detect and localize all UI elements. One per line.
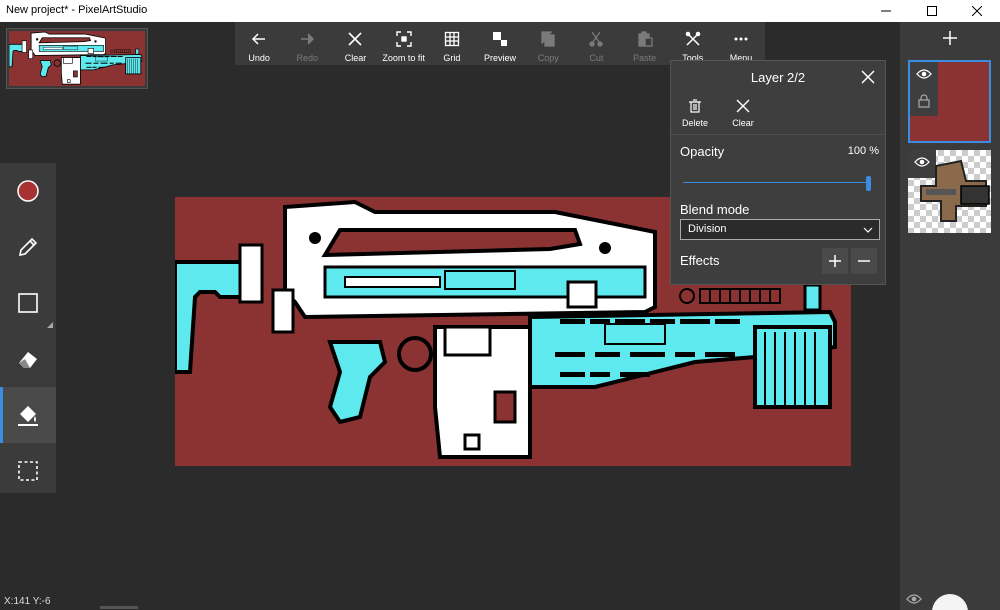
cursor-coordinates: X:141 Y:-6 bbox=[4, 596, 51, 607]
eye-icon[interactable] bbox=[916, 68, 932, 80]
trash-icon bbox=[689, 99, 701, 113]
eraser-icon bbox=[19, 352, 37, 368]
minimize-icon bbox=[881, 10, 891, 12]
arrow-right-icon bbox=[301, 33, 315, 45]
title-bar: New project* - PixelArtStudio bbox=[0, 0, 1000, 22]
opacity-slider[interactable] bbox=[683, 175, 875, 191]
arrow-left-icon bbox=[252, 33, 266, 45]
layer-properties-panel: Layer 2/2 Delete Clear Opacity 100 % Ble… bbox=[670, 60, 886, 285]
opacity-value: 100 % bbox=[847, 145, 879, 157]
slider-track bbox=[683, 182, 867, 183]
ellipsis-icon bbox=[734, 37, 748, 41]
paste-icon bbox=[637, 31, 653, 47]
fill-bucket-icon bbox=[18, 406, 38, 426]
clear-button[interactable]: Clear bbox=[331, 22, 379, 65]
preview-icon bbox=[493, 32, 508, 46]
layers-panel bbox=[900, 22, 1000, 610]
opacity-label: Opacity bbox=[680, 144, 725, 159]
layer-1-preview bbox=[920, 159, 990, 222]
zoom-fit-icon bbox=[395, 31, 412, 47]
color-circle-icon bbox=[17, 180, 39, 202]
status-divider bbox=[100, 606, 138, 609]
blend-mode-select[interactable]: Division bbox=[680, 219, 880, 240]
pencil-icon bbox=[18, 237, 38, 257]
close-icon bbox=[972, 6, 982, 16]
window-title: New project* - PixelArtStudio bbox=[6, 4, 148, 16]
effects-label: Effects bbox=[680, 253, 720, 268]
top-toolbar: Undo Redo Clear Zoom to fit Grid Preview… bbox=[235, 22, 765, 65]
maximize-button[interactable] bbox=[909, 0, 955, 22]
copy-icon bbox=[541, 31, 555, 47]
lock-icon[interactable] bbox=[918, 94, 930, 108]
layer-actions: Delete Clear bbox=[671, 93, 885, 135]
undo-button[interactable]: Undo bbox=[235, 22, 283, 65]
copy-button[interactable]: Copy bbox=[524, 22, 572, 65]
delete-layer-button[interactable]: Delete bbox=[671, 93, 719, 134]
zoom-to-fit-button[interactable]: Zoom to fit bbox=[380, 22, 428, 65]
preview-button[interactable]: Preview bbox=[476, 22, 524, 65]
tools-icon bbox=[685, 31, 701, 46]
eye-icon[interactable] bbox=[906, 593, 922, 605]
menu-button[interactable]: Menu bbox=[717, 22, 765, 65]
eraser-tool[interactable] bbox=[0, 331, 56, 387]
layer-2-thumbnail[interactable] bbox=[908, 60, 991, 143]
tools-button[interactable]: Tools bbox=[669, 22, 717, 65]
redo-button[interactable]: Redo bbox=[283, 22, 331, 65]
maximize-icon bbox=[927, 6, 937, 16]
add-layer-button[interactable] bbox=[900, 22, 1000, 54]
minimize-button[interactable] bbox=[863, 0, 909, 22]
grid-icon bbox=[444, 31, 459, 47]
blend-mode-label: Blend mode bbox=[680, 202, 750, 217]
plus-icon bbox=[943, 31, 957, 45]
x-icon bbox=[736, 99, 750, 113]
paste-button[interactable]: Paste bbox=[621, 22, 669, 65]
pencil-tool[interactable] bbox=[0, 219, 56, 275]
color-picker-tool[interactable] bbox=[0, 163, 56, 219]
rectangle-icon bbox=[18, 293, 38, 313]
close-icon[interactable] bbox=[861, 70, 875, 84]
selection-tool[interactable] bbox=[0, 443, 56, 499]
grid-button[interactable]: Grid bbox=[428, 22, 476, 65]
submenu-indicator bbox=[47, 322, 53, 328]
slider-thumb[interactable] bbox=[866, 176, 871, 191]
add-effect-button[interactable] bbox=[822, 248, 848, 274]
layer-panel-title: Layer 2/2 bbox=[750, 70, 806, 85]
canvas-preview-thumbnail[interactable] bbox=[6, 28, 148, 89]
close-window-button[interactable] bbox=[954, 0, 1000, 22]
layer-1-thumbnail[interactable] bbox=[908, 150, 991, 233]
blend-mode-value: Division bbox=[688, 223, 727, 235]
rectangle-tool[interactable] bbox=[0, 275, 56, 331]
plus-icon bbox=[829, 255, 841, 267]
left-tool-panel bbox=[0, 163, 56, 493]
x-icon bbox=[348, 32, 363, 46]
cut-button[interactable]: Cut bbox=[572, 22, 620, 65]
dashed-selection-icon bbox=[18, 461, 38, 481]
fill-bucket-tool[interactable] bbox=[0, 387, 56, 443]
clear-layer-button[interactable]: Clear bbox=[719, 93, 767, 134]
layer-panel-header: Layer 2/2 bbox=[671, 61, 885, 93]
remove-effect-button[interactable] bbox=[851, 248, 877, 274]
minus-icon bbox=[858, 260, 870, 262]
preview-image bbox=[9, 31, 145, 86]
scissors-icon bbox=[589, 31, 604, 47]
chevron-down-icon bbox=[863, 227, 873, 233]
